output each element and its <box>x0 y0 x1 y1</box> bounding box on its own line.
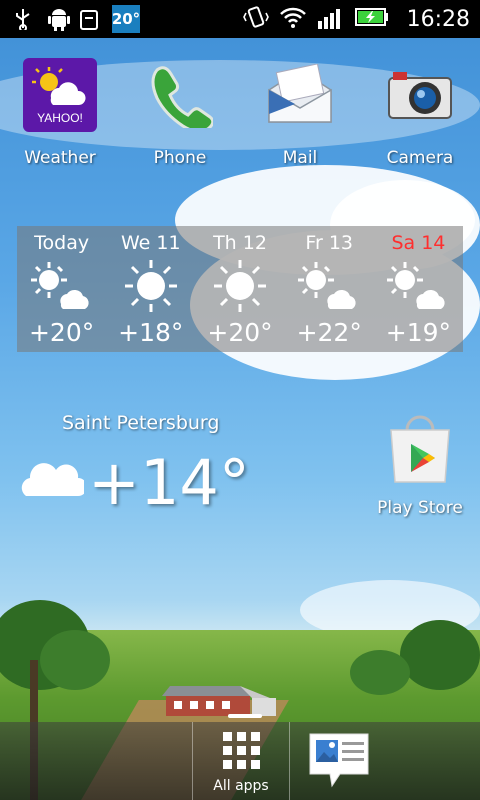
app-mail[interactable]: Mail <box>245 58 355 168</box>
day-name: We 11 <box>121 232 181 254</box>
yahoo-weather-icon: YAHOO! <box>23 58 97 132</box>
phone-icon <box>143 58 217 132</box>
day-temp: +20° <box>28 318 95 347</box>
dock-empty-left <box>0 722 192 800</box>
clock: 16:28 <box>406 6 470 32</box>
day-name: Today <box>34 232 90 254</box>
day-temp: +18° <box>118 318 184 347</box>
day-temp: +20° <box>207 318 273 347</box>
city-name: Saint Petersburg <box>62 412 220 434</box>
forecast-widget[interactable]: Today +20° We 11 +18° Th 12 +20° Fr 13 +… <box>17 226 463 352</box>
day-name: Th 12 <box>213 232 267 254</box>
forecast-day: Today +20° <box>17 226 106 352</box>
drawer-handle[interactable] <box>228 714 262 718</box>
sun-icon <box>106 258 195 314</box>
cloud-icon <box>20 458 88 498</box>
signal-icon <box>317 5 345 33</box>
forecast-day: Sa 14 +19° <box>374 226 463 352</box>
app-play-store[interactable]: Play Store <box>372 412 468 518</box>
play-store-icon <box>372 412 468 486</box>
yahoo-brand-text: YAHOO! <box>37 111 83 125</box>
battery-charging-icon <box>354 7 389 31</box>
sun-cloud-icon <box>374 258 463 314</box>
forecast-day: Fr 13 +22° <box>285 226 374 352</box>
status-bar: 20° 16:28 <box>0 0 480 38</box>
day-name: Fr 13 <box>305 232 353 254</box>
app-label: Mail <box>282 148 318 168</box>
all-apps-label: All apps <box>213 778 269 794</box>
sun-cloud-icon <box>285 258 374 314</box>
app-label: Phone <box>153 148 207 168</box>
forecast-day: Th 12 +20° <box>195 226 284 352</box>
dock: All apps <box>0 722 480 800</box>
day-name: Sa 14 <box>391 232 446 254</box>
day-temp: +22° <box>296 318 362 347</box>
current-temp: +14° <box>88 446 250 519</box>
sun-icon <box>195 258 284 314</box>
mail-icon <box>263 58 337 132</box>
sun-cloud-icon <box>17 258 106 314</box>
app-label: Camera <box>386 148 454 168</box>
camera-icon <box>383 58 457 132</box>
all-apps-button[interactable]: All apps <box>193 722 289 800</box>
app-label: Weather <box>24 148 96 168</box>
wifi-icon <box>279 5 307 33</box>
app-shortcut-row: YAHOO! Weather Phone Mail Camera <box>0 58 480 178</box>
vibrate-icon <box>242 4 269 34</box>
app-weather[interactable]: YAHOO! Weather <box>5 58 115 168</box>
usb-icon <box>10 6 36 32</box>
app-label: Play Store <box>377 498 463 518</box>
forecast-day: We 11 +18° <box>106 226 195 352</box>
personalize-icon <box>308 732 370 792</box>
temperature-badge: 20° <box>112 5 140 33</box>
bug-icon <box>76 6 102 32</box>
grid-icon <box>223 732 261 774</box>
day-temp: +19° <box>385 318 452 347</box>
app-camera[interactable]: Camera <box>365 58 475 168</box>
android-debug-icon <box>46 6 72 32</box>
app-phone[interactable]: Phone <box>125 58 235 168</box>
personalize-button[interactable] <box>290 722 480 800</box>
